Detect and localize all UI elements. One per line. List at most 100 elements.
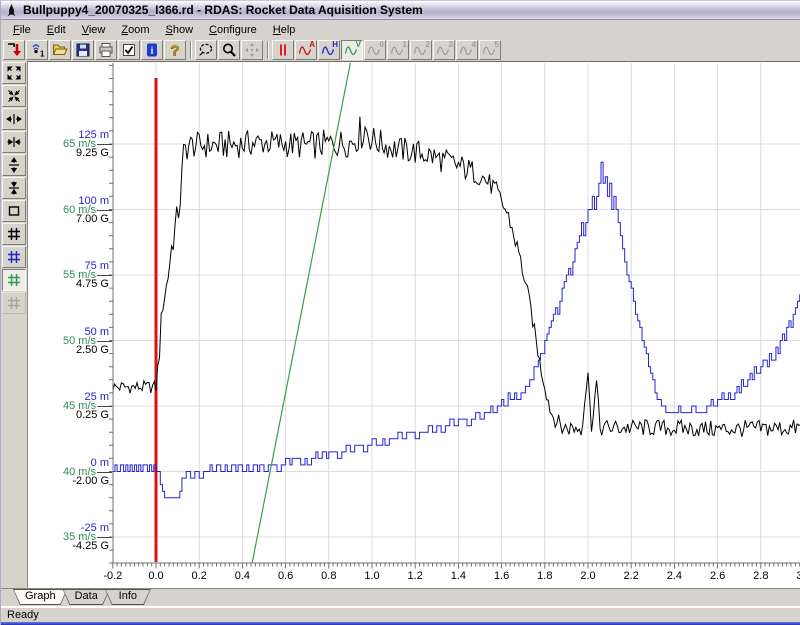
app-rocket-icon [5,4,18,17]
zoom-box-icon [6,203,22,219]
y-label-tick-line [97,406,112,407]
toolbar-divider [267,41,269,59]
x-axis-tick-label: 1.0 [352,570,392,582]
main-toolbar: 1i?AHV012345 [1,39,800,61]
toolbar-button-channel-velocity[interactable]: V [341,40,363,60]
side-button-expand-horizontal[interactable] [2,108,26,130]
compress-vertical-icon [6,180,22,196]
toolbar-button-channel-aux0: 0 [364,40,386,60]
info-icon: i [144,42,160,58]
print-icon [98,42,114,58]
x-axis-tick-label: 2.8 [741,570,781,582]
side-button-grid-acceleration[interactable] [2,223,26,245]
toolbar-button-zoom-tool[interactable] [218,40,240,60]
chart-plot[interactable] [28,62,800,588]
y-label-acceleration: 4.75 G [76,279,109,290]
side-button-zoom-box[interactable] [2,200,26,222]
toolbar-button-download-data[interactable]: 1 [26,40,48,60]
svg-text:i: i [151,46,154,57]
open-file-icon [52,42,68,58]
y-label-acceleration: 2.50 G [76,345,109,356]
side-button-zoom-in-all[interactable] [2,85,26,107]
x-axis-tick-label: 1.8 [525,570,565,582]
toolbar-button-verify[interactable] [118,40,140,60]
side-button-grid-altitude[interactable] [2,246,26,268]
zoom-in-all-icon [6,88,22,104]
side-button-grid-velocity[interactable] [2,269,26,291]
y-label-tick-line [97,144,112,145]
tab-label: Graph [13,589,68,604]
toolbar-button-channel-aux1: 1 [387,40,409,60]
side-button-compress-vertical[interactable] [2,177,26,199]
verify-icon [121,42,137,58]
y-label-tick-line [97,472,112,473]
x-axis-tick-label: 1.6 [482,570,522,582]
channel-label: 0 [380,40,384,49]
x-axis-tick-label: 0.2 [179,570,219,582]
x-axis-tick-label: 2.0 [568,570,608,582]
status-text: Ready [7,609,39,621]
toolbar-button-launch[interactable] [3,40,25,60]
tab-graph[interactable]: Graph [13,589,68,605]
save-file-icon [75,42,91,58]
toolbar-button-save-file[interactable] [72,40,94,60]
y-label-acceleration: -4.25 G [72,541,109,552]
x-axis-tick-label: 1.4 [438,570,478,582]
x-axis-tick-label: 3.0 [784,570,800,582]
menu-item-edit[interactable]: Edit [39,22,74,38]
app-window: Bullpuppy4_20070325_I366.rd - RDAS: Rock… [0,0,800,625]
y-label-acceleration: 9.25 G [76,148,109,159]
title-bar[interactable]: Bullpuppy4_20070325_I366.rd - RDAS: Rock… [1,1,800,20]
y-label-acceleration: 7.00 G [76,214,109,225]
download-data-icon: 1 [29,42,45,58]
grid-velocity-icon [6,272,22,288]
grid-aux-icon [6,295,22,311]
channel-label: V [356,40,361,49]
compress-horizontal-icon [6,134,22,150]
toolbar-button-info[interactable]: i [141,40,163,60]
tab-info[interactable]: Info [105,589,151,605]
toolbar-button-open-file[interactable] [49,40,71,60]
lasso-select-icon [198,42,214,58]
status-bar: Ready [1,606,800,622]
side-button-grid-aux [2,292,26,314]
channel-label: 2 [426,40,430,49]
menu-item-configure[interactable]: Configure [201,22,265,38]
x-axis-tick-label: -0.2 [93,570,133,582]
help-icon: ? [167,42,183,58]
toolbar-button-help[interactable]: ? [164,40,186,60]
tab-label: Info [105,589,151,604]
menu-item-view[interactable]: View [74,22,114,38]
grid-altitude-icon [6,249,22,265]
side-toolbar [1,61,28,588]
toolbar-button-pan [241,40,263,60]
side-button-expand-vertical[interactable] [2,154,26,176]
toolbar-button-event-markers[interactable] [272,40,294,60]
expand-vertical-icon [6,157,22,173]
side-button-compress-horizontal[interactable] [2,131,26,153]
x-axis-tick-label: 0.0 [136,570,176,582]
window-body: 125 m65 m/s9.25 G100 m60 m/s7.00 G75 m55… [1,61,800,588]
menu-item-zoom[interactable]: Zoom [113,22,157,38]
pan-icon [244,42,260,58]
side-button-zoom-extents[interactable] [2,62,26,84]
toolbar-button-channel-aux5: 5 [479,40,501,60]
toolbar-button-channel-aux3: 3 [433,40,455,60]
toolbar-button-channel-acceleration[interactable]: A [295,40,317,60]
event-markers-icon [275,42,291,58]
menu-item-file[interactable]: File [5,22,39,38]
toolbar-button-channel-height[interactable]: H [318,40,340,60]
toolbar-button-lasso-select[interactable] [195,40,217,60]
y-label-tick-line [97,341,112,342]
channel-label: 1 [403,40,407,49]
x-axis-tick-label: 0.4 [222,570,262,582]
toolbar-button-print[interactable] [95,40,117,60]
y-label-tick-line [97,275,112,276]
tab-data[interactable]: Data [63,589,110,605]
menu-item-show[interactable]: Show [158,22,202,38]
y-label-acceleration: -2.00 G [72,476,109,487]
menu-item-help[interactable]: Help [265,22,304,38]
channel-label: 5 [495,40,499,49]
svg-text:1: 1 [40,50,45,59]
x-axis-tick-label: 0.6 [266,570,306,582]
